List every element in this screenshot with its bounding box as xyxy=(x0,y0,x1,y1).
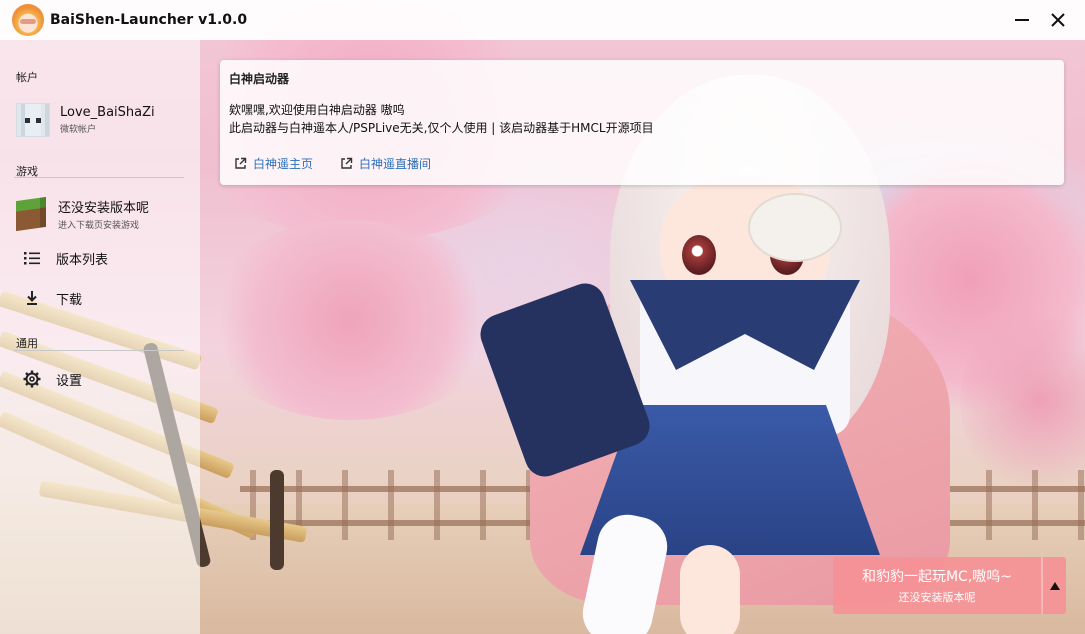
download-icon xyxy=(22,288,42,308)
external-link-icon xyxy=(341,157,353,169)
triangle-up-icon xyxy=(1049,581,1060,590)
leg xyxy=(680,545,740,634)
announcement-title: 白神启动器 xyxy=(229,72,290,86)
link-label: 白神遥主页 xyxy=(253,157,314,171)
list-icon xyxy=(22,248,42,268)
sidebar-item-download[interactable]: 下载 xyxy=(0,279,200,317)
gear-icon xyxy=(22,369,42,389)
announcement-line: 欸嘿嘿,欢迎使用白神启动器 嗷呜 xyxy=(229,103,405,117)
account-item[interactable]: Love_BaiShaZi 微软帐户 xyxy=(0,98,200,142)
divider xyxy=(14,350,184,351)
launch-title: 和豹豹一起玩MC,嗷呜~ xyxy=(861,569,1013,585)
app-logo-icon xyxy=(12,4,44,36)
account-type: 微软帐户 xyxy=(60,125,97,135)
bench-leg xyxy=(270,470,284,570)
launch-subtitle: 还没安装版本呢 xyxy=(898,591,976,604)
announcement-line: 此启动器与白神遥本人/PSPLive无关,仅个人使用 | 该启动器基于HMCL开… xyxy=(229,121,654,135)
section-label-account: 帐户 xyxy=(16,71,38,84)
sidebar-item-label: 下载 xyxy=(56,292,83,308)
announcement-card: 白神启动器 欸嘿嘿,欢迎使用白神启动器 嗷呜 此启动器与白神遥本人/PSPLiv… xyxy=(220,60,1064,185)
sidebar-item-settings[interactable]: 设置 xyxy=(0,360,200,398)
link-label: 白神遥直播间 xyxy=(359,157,432,171)
game-version-item[interactable]: 还没安装版本呢 进入下载页安装游戏 xyxy=(0,192,200,236)
launch-menu-button[interactable] xyxy=(1042,557,1066,614)
left-eye xyxy=(682,235,716,275)
avatar xyxy=(16,103,50,137)
minimize-button[interactable] xyxy=(1005,5,1039,35)
title-bar[interactable]: BaiShen-Launcher v1.0.0 xyxy=(0,0,1085,40)
section-label-general: 通用 xyxy=(16,337,38,350)
sidebar-item-label: 版本列表 xyxy=(56,252,109,268)
external-link-icon xyxy=(235,157,247,169)
game-version-subtitle: 进入下载页安装游戏 xyxy=(58,221,140,231)
game-version-title: 还没安装版本呢 xyxy=(58,201,150,216)
seal-plush xyxy=(750,195,840,260)
launch-button[interactable]: 和豹豹一起玩MC,嗷呜~ 还没安装版本呢 xyxy=(833,557,1041,614)
link-homepage[interactable]: 白神遥主页 xyxy=(234,155,313,172)
divider xyxy=(14,177,184,178)
account-name: Love_BaiShaZi xyxy=(60,105,155,120)
sidebar: 帐户 Love_BaiShaZi 微软帐户 游戏 还没安装版本呢 进入下载页安装… xyxy=(0,40,200,634)
sidebar-item-label: 设置 xyxy=(56,373,83,389)
link-live-room[interactable]: 白神遥直播间 xyxy=(340,155,431,172)
close-icon xyxy=(1051,13,1065,27)
grass-block-icon xyxy=(16,196,46,232)
sidebar-item-version-list[interactable]: 版本列表 xyxy=(0,239,200,277)
close-button[interactable] xyxy=(1041,5,1075,35)
app-title: BaiShen-Launcher v1.0.0 xyxy=(50,12,248,28)
minimize-icon xyxy=(1015,19,1029,21)
